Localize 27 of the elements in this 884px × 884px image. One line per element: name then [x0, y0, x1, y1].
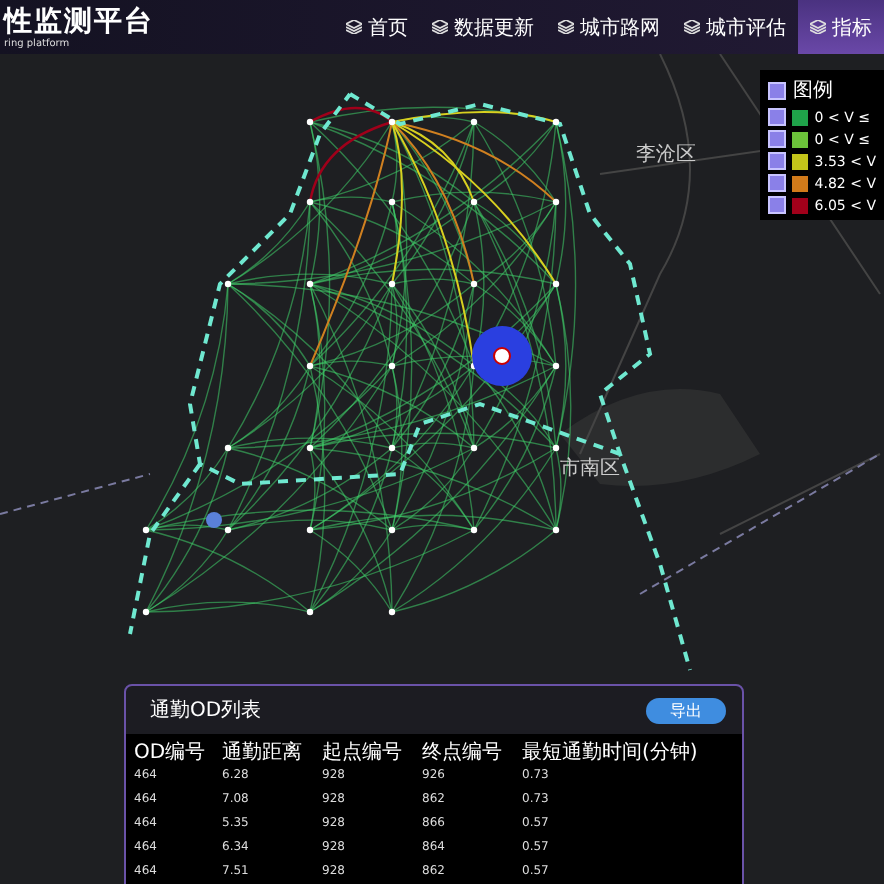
- layers-icon: [346, 20, 362, 34]
- nav-tab[interactable]: 城市评估: [672, 0, 798, 54]
- layers-icon: [558, 20, 574, 34]
- district-label: 市南区: [560, 455, 620, 482]
- column-header: 通勤距离: [222, 740, 304, 764]
- district-label: 李沧区: [636, 141, 696, 168]
- location-marker-icon: [472, 326, 532, 386]
- nav-tab[interactable]: 城市路网: [546, 0, 672, 54]
- nav-tab[interactable]: 指标: [798, 0, 884, 54]
- legend-checkbox[interactable]: [768, 196, 787, 214]
- nav-tab[interactable]: 首页: [334, 0, 420, 54]
- legend-checkbox[interactable]: [768, 130, 787, 148]
- column-header: 起点编号: [322, 740, 404, 764]
- layers-icon: [810, 20, 826, 34]
- nav-tab[interactable]: 数据更新: [420, 0, 546, 54]
- layers-icon: [432, 20, 448, 34]
- layers-icon: [684, 20, 700, 34]
- column-header: 最短通勤时间(分钟): [522, 740, 700, 764]
- legend-checkbox[interactable]: [768, 81, 787, 99]
- legend-checkbox[interactable]: [768, 174, 787, 192]
- column-header: 终点编号: [422, 740, 504, 764]
- panel-title: 通勤OD列表: [150, 697, 262, 724]
- legend-title: 图例: [792, 78, 833, 104]
- legend-checkbox[interactable]: [768, 152, 787, 170]
- column-header: OD编号: [134, 740, 208, 764]
- platform-title: 性监测平台: [4, 5, 154, 37]
- legend-checkbox[interactable]: [768, 108, 787, 126]
